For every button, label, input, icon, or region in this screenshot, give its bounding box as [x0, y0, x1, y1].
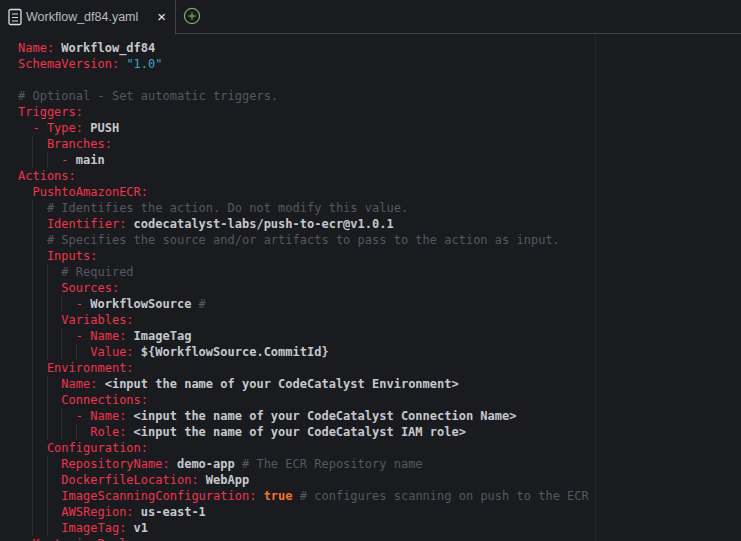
code-line[interactable]: ImageScanningConfiguration: true # confi…	[0, 488, 741, 504]
code-line[interactable]: Triggers:	[0, 104, 741, 120]
indent-guide	[32, 152, 33, 168]
indent-guide	[32, 424, 33, 440]
code-line[interactable]: AWSRegion: us-east-1	[0, 504, 741, 520]
indent-guide	[32, 376, 33, 392]
code-line[interactable]: Name: Workflow_df84	[0, 40, 741, 56]
indent-guide	[32, 440, 33, 456]
indent-guide	[32, 472, 33, 488]
indent-guide	[47, 488, 48, 504]
indent-guide	[47, 392, 48, 408]
code-line[interactable]: ImageTag: v1	[0, 520, 741, 536]
indent-guide	[32, 136, 33, 152]
indent-guide	[47, 472, 48, 488]
indent-guide	[47, 424, 48, 440]
indent-guide	[76, 344, 77, 360]
indent-guide	[32, 312, 33, 328]
indent-guide	[32, 488, 33, 504]
indent-guide	[61, 296, 62, 312]
code-line[interactable]: - main	[0, 152, 741, 168]
indent-guide	[32, 504, 33, 520]
indent-guide	[32, 520, 33, 536]
tab-workflow-yaml[interactable]: Workflow_df84.yaml ×	[0, 0, 176, 34]
code-line[interactable]: SchemaVersion: "1.0"	[0, 56, 741, 72]
code-line[interactable]	[0, 72, 741, 88]
indent-guide	[32, 280, 33, 296]
indent-guide	[32, 344, 33, 360]
code-line[interactable]: - Type: PUSH	[0, 120, 741, 136]
code-line[interactable]: - WorkflowSource #	[0, 296, 741, 312]
indent-guide	[32, 328, 33, 344]
indent-guide	[32, 408, 33, 424]
code-line[interactable]: Connections:	[0, 392, 741, 408]
indent-guide	[47, 280, 48, 296]
indent-guide	[32, 216, 33, 232]
indent-guide	[61, 344, 62, 360]
code-line[interactable]: Actions:	[0, 168, 741, 184]
code-line[interactable]: Name: <input the name of your CodeCataly…	[0, 376, 741, 392]
new-tab-button[interactable]	[183, 7, 201, 25]
indent-guide	[47, 520, 48, 536]
code-line[interactable]: KustomizeDeploy:	[0, 536, 741, 541]
editor[interactable]: Name: Workflow_df84SchemaVersion: "1.0" #…	[0, 34, 741, 541]
tab-bar: Workflow_df84.yaml ×	[0, 0, 741, 34]
indent-guide	[47, 408, 48, 424]
code-line[interactable]: # Identifies the action. Do not modify t…	[0, 200, 741, 216]
code-line[interactable]: PushtoAmazonECR:	[0, 184, 741, 200]
indent-guide	[47, 344, 48, 360]
code-line[interactable]: # Optional - Set automatic triggers.	[0, 88, 741, 104]
code-line[interactable]: # Specifies the source and/or artifacts …	[0, 232, 741, 248]
code-area: Name: Workflow_df84SchemaVersion: "1.0" #…	[0, 34, 741, 541]
code-line[interactable]: Identifier: codecatalyst-labs/push-to-ec…	[0, 216, 741, 232]
indent-guide	[32, 456, 33, 472]
indent-guide	[32, 392, 33, 408]
indent-guide	[61, 424, 62, 440]
page: { "tab_bar": { "tab": { "title": "Workfl…	[0, 0, 741, 541]
indent-guide	[47, 312, 48, 328]
indent-guide	[47, 264, 48, 280]
code-line[interactable]: Sources:	[0, 280, 741, 296]
code-line[interactable]: Variables:	[0, 312, 741, 328]
indent-guide	[76, 424, 77, 440]
code-line[interactable]: Configuration:	[0, 440, 741, 456]
code-line[interactable]: Branches:	[0, 136, 741, 152]
code-line[interactable]: Environment:	[0, 360, 741, 376]
code-line[interactable]: DockerfileLocation: WebApp	[0, 472, 741, 488]
indent-guide	[32, 200, 33, 216]
code-line[interactable]: - Name: ImageTag	[0, 328, 741, 344]
indent-guide	[47, 504, 48, 520]
indent-guide	[47, 456, 48, 472]
indent-guide	[32, 232, 33, 248]
tab-close-button[interactable]: ×	[157, 9, 166, 24]
indent-guide	[47, 376, 48, 392]
indent-guide	[61, 328, 62, 344]
indent-guide	[32, 264, 33, 280]
indent-guide	[47, 296, 48, 312]
file-icon	[8, 8, 22, 26]
code-line[interactable]: Inputs:	[0, 248, 741, 264]
code-line[interactable]: # Required	[0, 264, 741, 280]
indent-guide	[47, 328, 48, 344]
indent-guide	[32, 296, 33, 312]
plus-circle-icon	[183, 7, 201, 25]
indent-guide	[32, 360, 33, 376]
indent-guide	[61, 408, 62, 424]
code-line[interactable]: Value: ${WorkflowSource.CommitId}	[0, 344, 741, 360]
indent-guide	[47, 152, 48, 168]
code-line[interactable]: - Name: <input the name of your CodeCata…	[0, 408, 741, 424]
tab-title: Workflow_df84.yaml	[26, 10, 138, 24]
code-line[interactable]: Role: <input the name of your CodeCataly…	[0, 424, 741, 440]
code-line[interactable]: RepositoryName: demo-app # The ECR Repos…	[0, 456, 741, 472]
indent-guide	[32, 248, 33, 264]
